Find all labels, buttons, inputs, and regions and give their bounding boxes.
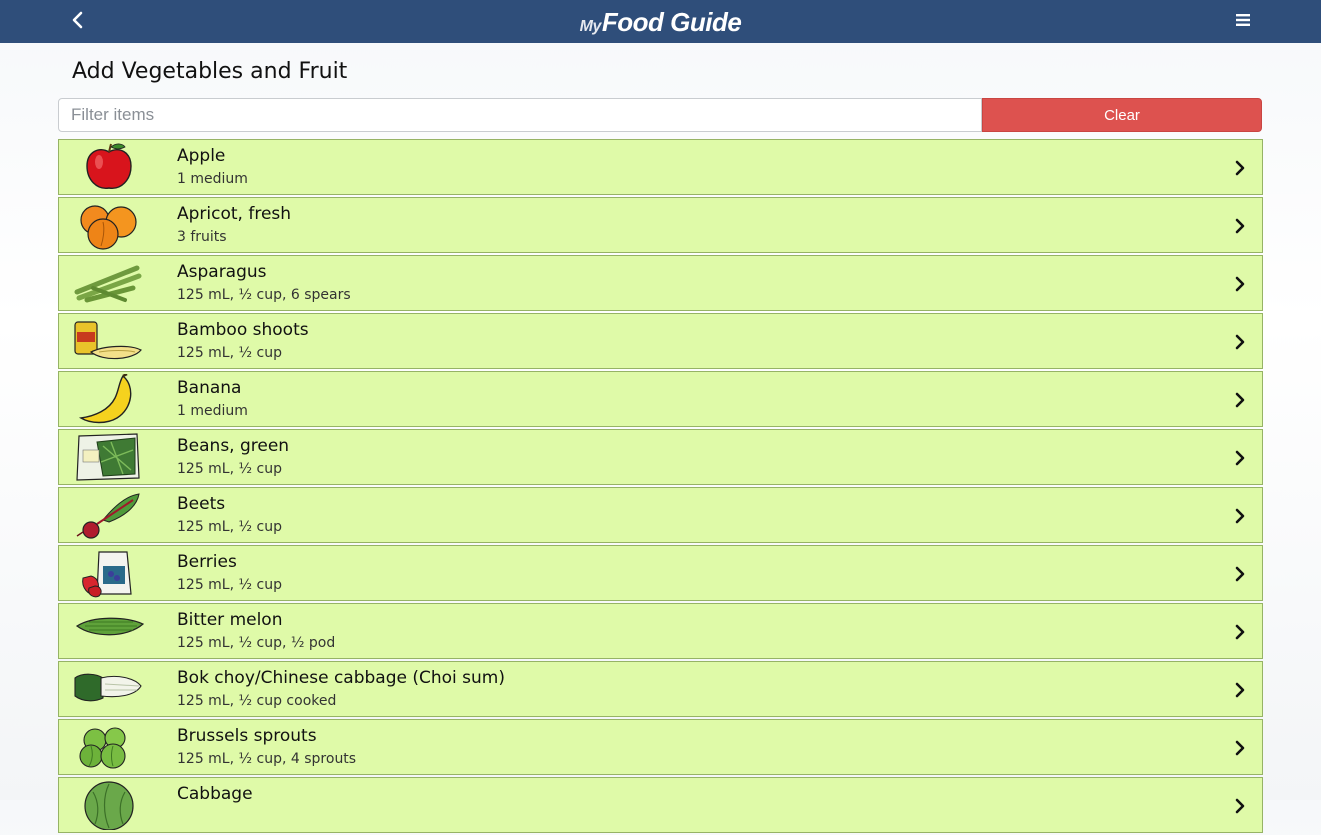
item-name: Apple [177, 146, 226, 166]
apricot-icon [73, 200, 145, 250]
filter-bar: Clear [58, 98, 1262, 132]
list-item[interactable]: Bok choy/Chinese cabbage (Choi sum) 125 … [58, 661, 1263, 717]
chevron-right-icon [1235, 276, 1245, 292]
chevron-right-icon [1235, 798, 1245, 814]
item-serving: 125 mL, ½ cup [177, 345, 282, 361]
item-serving: 125 mL, ½ cup, 4 sprouts [177, 751, 357, 767]
item-name: Bok choy/Chinese cabbage (Choi sum) [177, 668, 505, 688]
chevron-right-icon [1235, 334, 1245, 350]
list-item[interactable]: Bitter melon 125 mL, ½ cup, ½ pod [58, 603, 1263, 659]
item-name: Bitter melon [177, 610, 283, 630]
item-name: Asparagus [177, 262, 267, 282]
item-name: Bamboo shoots [177, 320, 309, 340]
list-item[interactable]: Berries 125 mL, ½ cup [58, 545, 1263, 601]
list-item[interactable]: Bamboo shoots 125 mL, ½ cup [58, 313, 1263, 369]
item-serving: 1 medium [177, 403, 248, 419]
page-title: Add Vegetables and Fruit [72, 59, 348, 84]
clear-button[interactable]: Clear [982, 98, 1262, 132]
item-name: Apricot, fresh [177, 204, 292, 224]
hamburger-menu-icon [1236, 14, 1250, 26]
item-name: Beans, green [177, 436, 290, 456]
list-item[interactable]: Banana 1 medium [58, 371, 1263, 427]
item-serving: 3 fruits [177, 229, 227, 245]
list-item[interactable]: Apricot, fresh 3 fruits [58, 197, 1263, 253]
chevron-right-icon [1235, 508, 1245, 524]
chevron-right-icon [1235, 566, 1245, 582]
bamboo-shoots-icon [73, 316, 145, 366]
item-serving: 125 mL, ½ cup [177, 461, 282, 477]
top-app-bar: MyFood Guide [0, 0, 1321, 43]
item-name: Banana [177, 378, 242, 398]
list-item[interactable]: Beans, green 125 mL, ½ cup [58, 429, 1263, 485]
list-item[interactable]: Brussels sprouts 125 mL, ½ cup, 4 sprout… [58, 719, 1263, 775]
item-name: Cabbage [177, 784, 253, 804]
list-item[interactable]: Apple 1 medium [58, 139, 1263, 195]
brussels-sprouts-icon [73, 722, 145, 772]
list-item[interactable]: Beets 125 mL, ½ cup [58, 487, 1263, 543]
banana-icon [73, 374, 145, 424]
logo-prefix: My [579, 18, 602, 35]
item-serving: 125 mL, ½ cup, 6 spears [177, 287, 351, 303]
list-item[interactable]: Asparagus 125 mL, ½ cup, 6 spears [58, 255, 1263, 311]
chevron-right-icon [1235, 218, 1245, 234]
list-item[interactable]: Cabbage [58, 777, 1263, 833]
bok-choy-icon [73, 664, 145, 714]
menu-button[interactable] [1230, 8, 1256, 32]
green-beans-icon [73, 432, 145, 482]
item-name: Berries [177, 552, 237, 572]
item-serving: 125 mL, ½ cup cooked [177, 693, 337, 709]
item-serving: 1 medium [177, 171, 248, 187]
chevron-right-icon [1235, 450, 1245, 466]
app-logo: MyFood Guide [0, 7, 1321, 38]
item-serving: 125 mL, ½ cup [177, 577, 282, 593]
chevron-right-icon [1235, 624, 1245, 640]
chevron-right-icon [1235, 160, 1245, 176]
berries-icon [73, 548, 145, 598]
filter-input[interactable] [58, 98, 982, 132]
chevron-right-icon [1235, 682, 1245, 698]
beets-icon [73, 490, 145, 540]
chevron-right-icon [1235, 740, 1245, 756]
item-serving: 125 mL, ½ cup [177, 519, 282, 535]
cabbage-icon [73, 780, 145, 830]
food-list: Apple 1 medium Apricot, fresh 3 fruits A… [58, 139, 1263, 835]
bitter-melon-icon [73, 606, 145, 656]
item-name: Brussels sprouts [177, 726, 317, 746]
apple-icon [73, 142, 145, 192]
logo-main: Food Guide [601, 7, 742, 37]
item-serving: 125 mL, ½ cup, ½ pod [177, 635, 336, 651]
asparagus-icon [73, 258, 145, 308]
item-name: Beets [177, 494, 226, 514]
chevron-right-icon [1235, 392, 1245, 408]
